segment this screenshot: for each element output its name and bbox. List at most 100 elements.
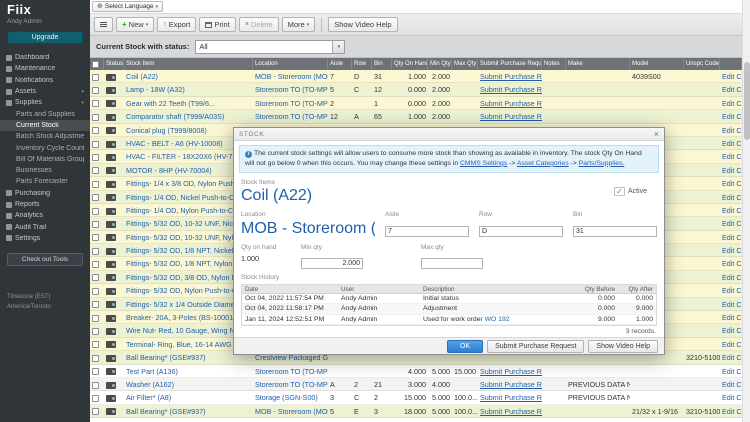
stock-item-link[interactable]: Fittings- 5/32 OD, 10-32 UNF, Nylon... [126,233,247,242]
row-checkbox[interactable] [92,248,99,255]
sidebar-item-analytics[interactable]: Analytics [0,210,90,221]
stock-item-link[interactable]: Terminal- Ring, Blue, 16-14 AWG (T... [126,340,246,349]
close-icon[interactable]: × [654,130,659,139]
row-checkbox[interactable] [92,167,99,174]
edit-link[interactable]: Edit C [722,393,742,402]
stock-detail-icon[interactable] [106,87,116,94]
work-order-link[interactable]: WO 192 [485,316,510,323]
stock-item-link[interactable]: Fittings- 5/32 OD, Nylon Push-to-Co... [126,286,247,295]
edit-link[interactable]: Edit C [722,139,742,148]
delete-button[interactable]: × Delete [239,17,279,32]
sidebar-item-batch-stock-adjustment[interactable]: Batch Stock Adjustment [0,131,90,142]
row-checkbox[interactable] [92,74,99,81]
edit-link[interactable]: Edit C [722,259,742,268]
stock-detail-icon[interactable] [106,100,116,107]
parts-supplies-link[interactable]: Parts/Supplies. [579,160,625,167]
edit-link[interactable]: Edit C [722,340,742,349]
edit-link[interactable]: Edit C [722,166,742,175]
stock-item-link[interactable]: Coil (A22) [126,72,158,81]
submit-purchase-request-link[interactable]: Submit Purchase Request [480,380,542,389]
sidebar-item-audit-trail[interactable]: Audit Trail [0,221,90,232]
row-checkbox[interactable] [92,382,99,389]
stock-detail-icon[interactable] [106,194,116,201]
column-header-max[interactable]: Max Qty [452,58,478,70]
location-link[interactable]: Storeroom TO (TO-MP-SR) [255,112,328,121]
stock-item-link[interactable]: Breaker- 20A, 3-Poles (BS-10001) [126,313,235,322]
more-button[interactable]: More ▾ [282,17,316,32]
show-video-help-button[interactable]: Show Video Help [588,340,658,353]
column-header-qty[interactable]: Qty On Hand [392,58,428,70]
row-checkbox[interactable] [92,87,99,94]
stock-item-link[interactable]: Wire Nut- Red, 10 Gauge, Wing Nut... [126,326,247,335]
edit-link[interactable]: Edit C [722,179,742,188]
asset-categories-link[interactable]: Asset Categories [517,160,569,167]
stock-item-link[interactable]: Fittings- 5/32 OD, 1/8 NPT, Nickel P... [126,246,245,255]
submit-purchase-request-button[interactable]: Submit Purchase Request [487,340,584,353]
row-checkbox[interactable] [92,208,99,215]
export-button[interactable]: ↑ Export [157,17,196,32]
column-header-make[interactable]: Make [566,58,630,70]
row-checkbox[interactable] [92,368,99,375]
stock-detail-icon[interactable] [106,328,116,335]
column-header-status[interactable]: Status [104,58,124,70]
stock-item-link[interactable]: Ball Bearing* (GSE#937) [126,353,206,362]
row-checkbox[interactable] [92,100,99,107]
edit-link[interactable]: Edit C [722,233,742,242]
upgrade-button[interactable]: Upgrade [7,31,83,44]
row-checkbox[interactable] [92,288,99,295]
stock-detail-icon[interactable] [106,408,116,415]
edit-link[interactable]: Edit C [722,313,742,322]
show-video-help-button[interactable]: Show Video Help [328,17,397,32]
submit-purchase-request-link[interactable]: Submit Purchase Request [480,85,542,94]
stock-detail-icon[interactable] [106,167,116,174]
submit-purchase-request-link[interactable]: Submit Purchase Request [480,99,542,108]
stock-detail-icon[interactable] [106,208,116,215]
edit-link[interactable]: Edit C [722,152,742,161]
column-header-unspc[interactable]: Unspc Code [684,58,720,70]
stock-detail-icon[interactable] [106,395,116,402]
sidebar-item-settings[interactable]: Settings [0,233,90,244]
row-checkbox[interactable] [92,194,99,201]
column-header-spr[interactable]: Submit Purchase Request [478,58,542,70]
row-checkbox[interactable] [92,301,99,308]
edit-link[interactable]: Edit C [722,273,742,282]
location-link[interactable]: Storeroom TO (TO-MP-SR) [255,85,328,94]
sidebar-item-inventory-cycle-count[interactable]: Inventory Cycle Count [0,142,90,153]
bin-input[interactable] [573,226,657,237]
stock-detail-icon[interactable] [106,127,116,134]
stock-item-link[interactable]: Ball Bearing* (GSE#937) [126,407,206,416]
cmms-settings-link[interactable]: CMMS Settings [460,160,507,167]
submit-purchase-request-link[interactable]: Submit Purchase Request [480,393,542,402]
edit-link[interactable]: Edit C [722,219,742,228]
vertical-scrollbar[interactable] [742,0,750,422]
row-checkbox[interactable] [92,181,99,188]
min-qty-input[interactable] [301,258,363,269]
stock-item-link[interactable]: Air Filter* (A8) [126,393,171,402]
new-button[interactable]: + New ▾ [116,17,154,32]
ok-button[interactable]: OK [447,340,483,353]
edit-link[interactable]: Edit C [722,286,742,295]
row-checkbox[interactable] [92,355,99,362]
column-header-item[interactable]: Stock Item [124,58,253,70]
submit-purchase-request-link[interactable]: Submit Purchase Request [480,407,542,416]
stock-detail-icon[interactable] [106,234,116,241]
column-header-row[interactable]: Row [352,58,372,70]
location-link[interactable]: Storage (SGN-S00) [255,393,318,402]
column-header-edit[interactable] [720,58,742,70]
print-button[interactable]: Print [199,17,235,32]
row-checkbox[interactable] [92,234,99,241]
stock-item-link[interactable]: Test Part (A136) [126,367,178,376]
row-checkbox[interactable] [92,408,99,415]
sidebar-item-supplies[interactable]: Supplies▾ [0,97,90,108]
sidebar-item-assets[interactable]: Assets▾ [0,86,90,97]
stock-detail-icon[interactable] [106,248,116,255]
stock-detail-icon[interactable] [106,288,116,295]
column-header-min[interactable]: Min Qty [428,58,452,70]
submit-purchase-request-link[interactable]: Submit Purchase Request [480,72,542,81]
column-header-bin[interactable]: Bin [372,58,392,70]
scrollbar-thumb[interactable] [744,62,750,140]
select-all-checkbox[interactable] [92,61,99,68]
edit-link[interactable]: Edit C [722,72,742,81]
stock-item-link[interactable]: Gear with 22 Teeth (T99/6... [126,99,215,108]
stock-detail-icon[interactable] [106,181,116,188]
